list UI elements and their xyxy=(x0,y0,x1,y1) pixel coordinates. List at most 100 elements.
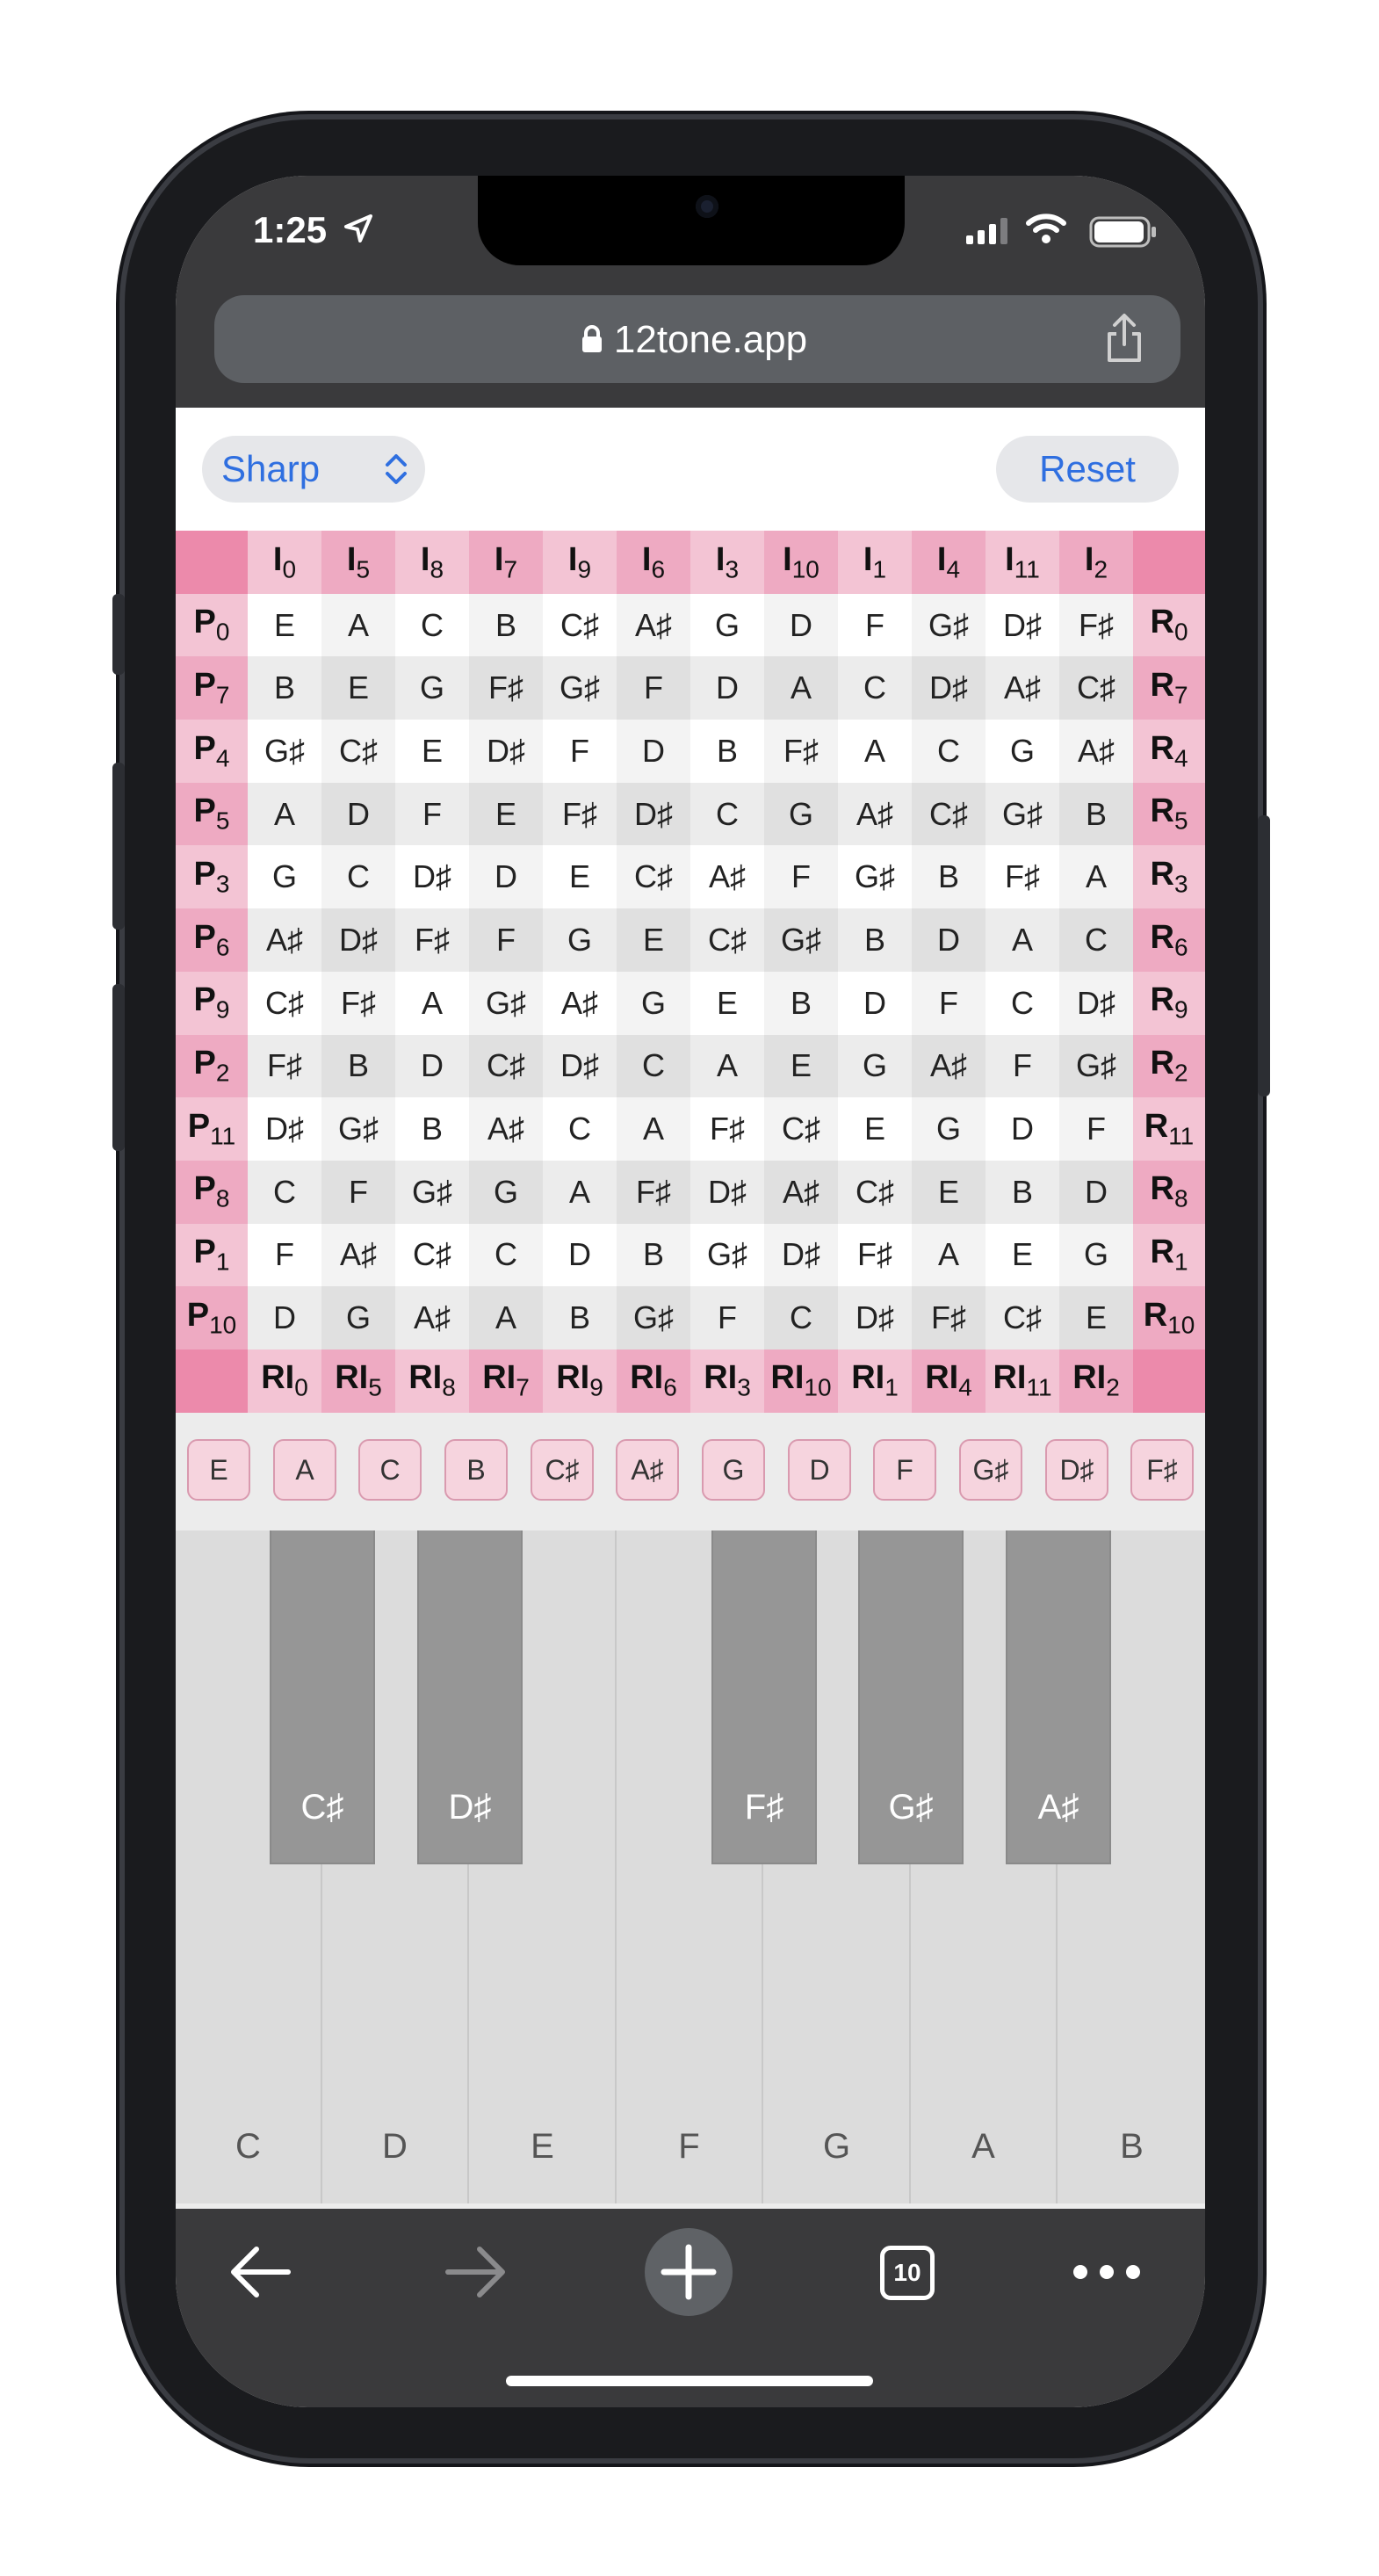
piano-black-key[interactable]: F♯ xyxy=(711,1530,817,1864)
matrix-cell: B xyxy=(912,845,986,909)
retrograde-inversion-label[interactable]: RI0 xyxy=(248,1349,321,1413)
forward-arrow-icon[interactable] xyxy=(441,2239,511,2305)
retrograde-inversion-label[interactable]: RI3 xyxy=(690,1349,764,1413)
tabs-count-button[interactable]: 10 xyxy=(880,2246,935,2300)
matrix-cell: E xyxy=(690,971,764,1035)
accidental-select[interactable]: Sharp xyxy=(202,436,425,503)
inversion-label[interactable]: I7 xyxy=(469,531,543,594)
retrograde-inversion-label[interactable]: RI10 xyxy=(764,1349,838,1413)
matrix-cell: C♯ xyxy=(469,1034,543,1098)
prime-label[interactable]: P11 xyxy=(176,1097,248,1161)
retrograde-label[interactable]: R0 xyxy=(1133,593,1205,657)
prime-label[interactable]: P1 xyxy=(176,1223,248,1287)
inversion-label[interactable]: I10 xyxy=(764,531,838,594)
tone-row-chip[interactable]: F♯ xyxy=(1130,1439,1194,1501)
browser-top-bar: 1:25 12tone.app xyxy=(176,176,1205,408)
more-options-icon[interactable] xyxy=(1072,2263,1142,2281)
share-icon[interactable] xyxy=(1098,311,1151,365)
inversion-label[interactable]: I2 xyxy=(1059,531,1133,594)
piano-black-key-label: F♯ xyxy=(744,1788,784,1827)
piano-black-key[interactable]: A♯ xyxy=(1006,1530,1111,1864)
back-arrow-icon[interactable] xyxy=(225,2239,295,2305)
matrix-cell: E xyxy=(543,845,617,909)
prime-label[interactable]: P2 xyxy=(176,1034,248,1098)
prime-label[interactable]: P6 xyxy=(176,908,248,972)
tone-row-chip[interactable]: B xyxy=(444,1439,508,1501)
inversion-label[interactable]: I11 xyxy=(986,531,1059,594)
inversion-label[interactable]: I1 xyxy=(838,531,912,594)
tone-row-chip[interactable]: C♯ xyxy=(531,1439,594,1501)
inversion-label[interactable]: I5 xyxy=(321,531,395,594)
retrograde-label[interactable]: R8 xyxy=(1133,1160,1205,1224)
matrix-cell: A xyxy=(543,1160,617,1224)
piano-black-key[interactable]: C♯ xyxy=(270,1530,375,1864)
matrix-cell: A xyxy=(764,656,838,720)
new-tab-button[interactable] xyxy=(645,2228,733,2316)
retrograde-label[interactable]: R6 xyxy=(1133,908,1205,972)
prime-label[interactable]: P4 xyxy=(176,720,248,783)
tone-row-chip[interactable]: E xyxy=(187,1439,250,1501)
prime-label[interactable]: P7 xyxy=(176,656,248,720)
retrograde-label[interactable]: R5 xyxy=(1133,782,1205,846)
retrograde-label[interactable]: R1 xyxy=(1133,1223,1205,1287)
retrograde-inversion-label[interactable]: RI1 xyxy=(838,1349,912,1413)
tone-row-chip[interactable]: A♯ xyxy=(616,1439,679,1501)
retrograde-inversion-label[interactable]: RI9 xyxy=(543,1349,617,1413)
matrix-cell: C xyxy=(617,1034,690,1098)
volume-down-button xyxy=(112,984,125,1151)
prime-label[interactable]: P3 xyxy=(176,845,248,909)
tone-row-chip[interactable]: F xyxy=(873,1439,936,1501)
tone-row-chip[interactable]: A xyxy=(273,1439,336,1501)
matrix-cell: F xyxy=(543,720,617,783)
retrograde-label[interactable]: R4 xyxy=(1133,720,1205,783)
retrograde-inversion-label[interactable]: RI8 xyxy=(395,1349,469,1413)
piano-black-key[interactable]: D♯ xyxy=(417,1530,523,1864)
prime-label[interactable]: P5 xyxy=(176,782,248,846)
prime-label[interactable]: P8 xyxy=(176,1160,248,1224)
prime-label[interactable]: P0 xyxy=(176,593,248,657)
matrix-cell: G♯ xyxy=(690,1223,764,1287)
matrix-cell: A♯ xyxy=(617,593,690,657)
retrograde-label[interactable]: R10 xyxy=(1133,1286,1205,1350)
matrix-row: P10 D G A♯ A B G♯ F C D♯ F♯ C♯ E R10 xyxy=(176,1286,1205,1350)
prime-label[interactable]: P10 xyxy=(176,1286,248,1350)
matrix-cell: B xyxy=(690,720,764,783)
retrograde-inversion-label[interactable]: RI4 xyxy=(912,1349,986,1413)
retrograde-label[interactable]: R2 xyxy=(1133,1034,1205,1098)
matrix-cell: G♯ xyxy=(617,1286,690,1350)
retrograde-inversion-label[interactable]: RI7 xyxy=(469,1349,543,1413)
retrograde-label[interactable]: R3 xyxy=(1133,845,1205,909)
inversion-label[interactable]: I6 xyxy=(617,531,690,594)
matrix-cell: G xyxy=(986,720,1059,783)
matrix-cell: A xyxy=(321,593,395,657)
retrograde-inversion-label[interactable]: RI5 xyxy=(321,1349,395,1413)
matrix-cell: D♯ xyxy=(838,1286,912,1350)
tone-row-chip[interactable]: G xyxy=(702,1439,765,1501)
retrograde-inversion-label[interactable]: RI2 xyxy=(1059,1349,1133,1413)
retrograde-label[interactable]: R7 xyxy=(1133,656,1205,720)
reset-button[interactable]: Reset xyxy=(996,436,1179,503)
tone-row-chip[interactable]: G♯ xyxy=(959,1439,1022,1501)
piano-black-key-label: C♯ xyxy=(300,1788,344,1827)
address-bar[interactable]: 12tone.app xyxy=(214,295,1180,383)
inversion-label[interactable]: I0 xyxy=(248,531,321,594)
retrograde-label[interactable]: R11 xyxy=(1133,1097,1205,1161)
inversion-label[interactable]: I8 xyxy=(395,531,469,594)
inversion-label[interactable]: I4 xyxy=(912,531,986,594)
matrix-cell: F xyxy=(395,782,469,846)
app-page: Sharp Reset I0 I5 I8 I7 I9 I6 I3 I10 I1 I4 I11 I2 P0… xyxy=(176,408,1205,2203)
matrix-cell: D xyxy=(1059,1160,1133,1224)
retrograde-inversion-label[interactable]: RI11 xyxy=(986,1349,1059,1413)
retrograde-inversion-label[interactable]: RI6 xyxy=(617,1349,690,1413)
inversion-label[interactable]: I3 xyxy=(690,531,764,594)
piano-black-key[interactable]: G♯ xyxy=(858,1530,964,1864)
piano-white-key-label: D xyxy=(382,2127,408,2166)
tone-row-chip[interactable]: C xyxy=(358,1439,422,1501)
matrix-row: P7 B E G F♯ G♯ F D A C D♯ A♯ C♯ R7 xyxy=(176,656,1205,720)
matrix-cell: A♯ xyxy=(986,656,1059,720)
prime-label[interactable]: P9 xyxy=(176,971,248,1035)
tone-row-chip[interactable]: D xyxy=(788,1439,851,1501)
tone-row-chip[interactable]: D♯ xyxy=(1045,1439,1108,1501)
retrograde-label[interactable]: R9 xyxy=(1133,971,1205,1035)
inversion-label[interactable]: I9 xyxy=(543,531,617,594)
